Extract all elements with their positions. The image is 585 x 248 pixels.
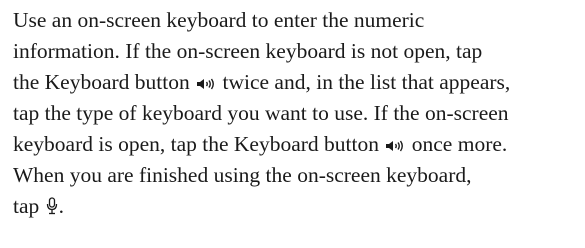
text-segment: tap [13,194,45,218]
text-line: the Keyboard button twice and, in the li… [13,67,581,98]
text-line: tap the type of keyboard you want to use… [13,101,509,125]
keyboard-button-icon [196,77,216,91]
text-line: When you are finished using the on-scree… [13,163,472,187]
text-line: keyboard is open, tap the Keyboard butto… [13,129,581,160]
text-segment: the Keyboard button [13,70,196,94]
instruction-paragraph: Use an on-screen keyboard to enter the n… [13,5,581,222]
text-segment: twice and, in the list that appears, [217,70,511,94]
text-segment: once more. [406,132,508,156]
text-line: tap . [13,191,581,222]
microphone-icon [46,197,58,215]
text-segment: keyboard is open, tap the Keyboard butto… [13,132,385,156]
keyboard-button-icon [385,139,405,153]
text-line: Use an on-screen keyboard to enter the n… [13,8,425,32]
text-line: information. If the on-screen keyboard i… [13,39,483,63]
text-segment: . [58,194,65,218]
